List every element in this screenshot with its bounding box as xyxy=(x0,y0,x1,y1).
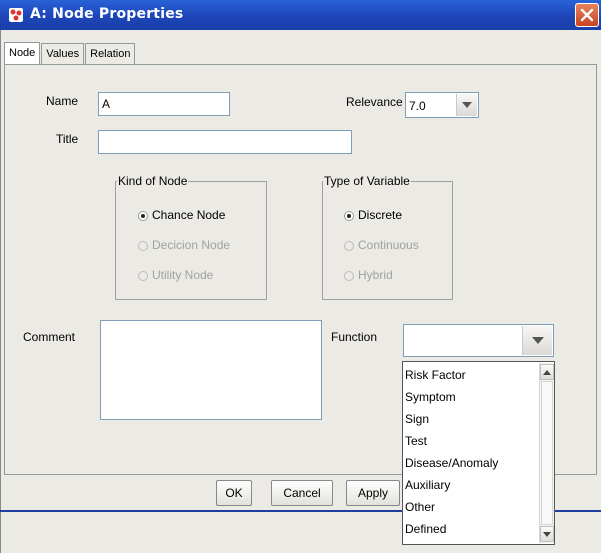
tab-values[interactable]: Values xyxy=(41,43,85,64)
function-option-auxiliary[interactable]: Auxiliary xyxy=(405,474,450,496)
dropdown-scrollbar[interactable] xyxy=(539,363,554,543)
ok-button[interactable]: OK xyxy=(216,480,252,506)
function-option-risk-factor[interactable]: Risk Factor xyxy=(405,364,466,386)
continuous-label: Continuous xyxy=(358,238,419,252)
name-label: Name xyxy=(46,94,79,108)
discrete-radio[interactable] xyxy=(344,211,354,221)
chevron-up-icon xyxy=(543,369,551,375)
relevance-label: Relevance xyxy=(346,95,403,109)
function-option-disease-anomaly[interactable]: Disease/Anomaly xyxy=(405,452,498,474)
relevance-select[interactable]: 7.0 xyxy=(405,92,479,118)
name-input[interactable]: A xyxy=(98,92,230,116)
cancel-button[interactable]: Cancel xyxy=(271,480,333,506)
function-dropdown-list: Risk Factor Symptom Sign Test Disease/An… xyxy=(402,361,555,545)
comment-textarea[interactable] xyxy=(100,320,322,420)
function-option-sign[interactable]: Sign xyxy=(405,408,429,430)
utility-node-radio xyxy=(138,271,148,281)
title-input[interactable] xyxy=(98,130,352,154)
function-option-symptom[interactable]: Symptom xyxy=(405,386,456,408)
function-option-test[interactable]: Test xyxy=(405,430,427,452)
window-title: A: Node Properties xyxy=(30,6,184,22)
chance-node-label[interactable]: Chance Node xyxy=(152,208,225,222)
relevance-dropdown-button[interactable] xyxy=(456,94,477,116)
function-option-other[interactable]: Other xyxy=(405,496,435,518)
tab-node[interactable]: Node xyxy=(4,42,41,64)
close-button[interactable] xyxy=(575,3,599,27)
tab-relation[interactable]: Relation xyxy=(85,43,136,64)
discrete-label[interactable]: Discrete xyxy=(358,208,402,222)
title-bar: A: Node Properties xyxy=(0,0,601,30)
chance-node-radio[interactable] xyxy=(138,211,148,221)
close-icon xyxy=(580,8,594,22)
hybrid-label: Hybrid xyxy=(358,268,393,282)
apply-button[interactable]: Apply xyxy=(346,480,400,506)
decision-node-radio xyxy=(138,241,148,251)
chevron-down-icon xyxy=(543,531,551,537)
continuous-radio xyxy=(344,241,354,251)
tab-strip: Node Values Relation xyxy=(4,42,136,64)
scroll-up-button[interactable] xyxy=(540,364,554,380)
utility-node-label: Utility Node xyxy=(152,268,214,282)
function-select[interactable] xyxy=(403,324,554,357)
function-label: Function xyxy=(331,330,378,344)
relevance-value: 7.0 xyxy=(409,99,426,113)
hybrid-radio xyxy=(344,271,354,281)
chevron-down-icon xyxy=(531,336,544,344)
app-icon xyxy=(9,8,23,22)
title-label: Title xyxy=(56,132,79,146)
comment-label: Comment xyxy=(23,330,76,344)
scroll-down-button[interactable] xyxy=(540,526,554,542)
function-dropdown-button[interactable] xyxy=(522,326,552,355)
kind-of-node-legend: Kind of Node xyxy=(117,174,189,188)
chevron-down-icon xyxy=(462,101,472,108)
type-of-variable-legend: Type of Variable xyxy=(323,174,411,188)
function-option-defined[interactable]: Defined xyxy=(405,518,446,540)
decision-node-label: Decicion Node xyxy=(152,238,231,252)
scroll-thumb[interactable] xyxy=(541,381,553,525)
